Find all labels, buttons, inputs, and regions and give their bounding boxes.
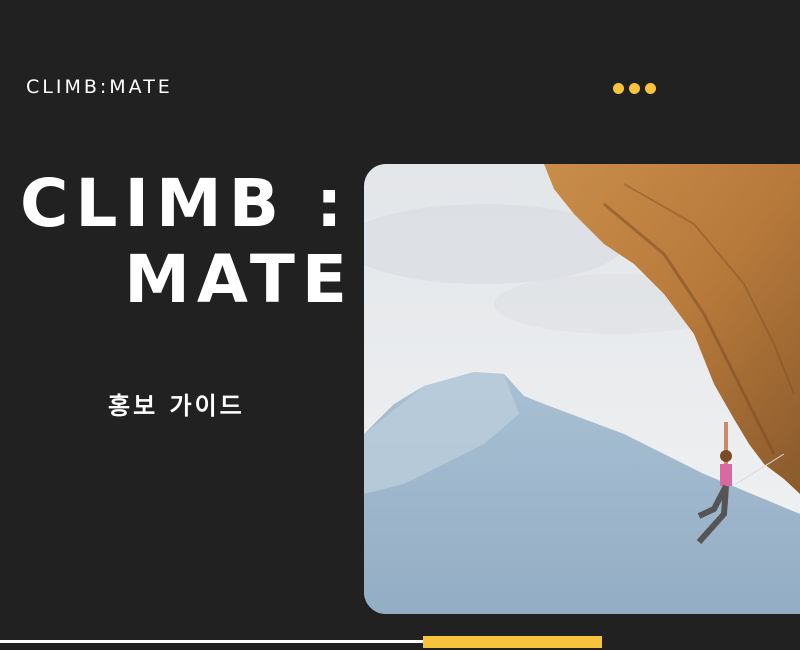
more-dots-icon[interactable] [613, 83, 656, 94]
divider-line [0, 640, 425, 643]
dot [629, 83, 640, 94]
progress-accent-bar [423, 636, 602, 648]
dot [613, 83, 624, 94]
subtitle: 홍보 가이드 [108, 392, 245, 420]
title-line-1: CLIMB : [20, 165, 350, 242]
dot [645, 83, 656, 94]
brand-name: CLIMB:MATE [26, 76, 173, 98]
climbing-photo [364, 164, 800, 614]
title-line-2: MATE [124, 241, 354, 318]
page-title: CLIMB : MATE [20, 166, 360, 318]
